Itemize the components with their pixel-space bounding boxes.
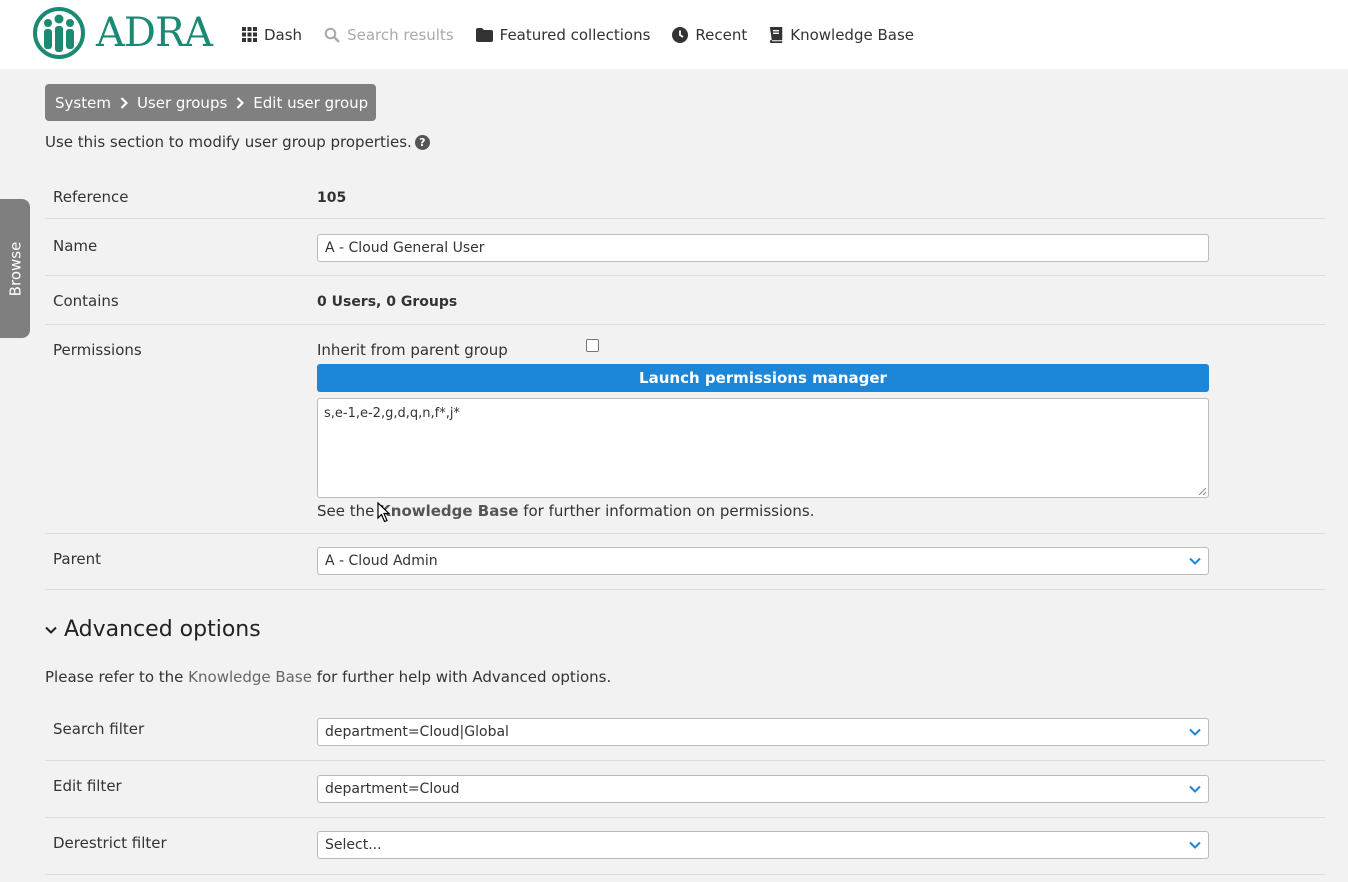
nav-knowledge-base[interactable]: Knowledge Base [769, 26, 914, 44]
nav-dash[interactable]: Dash [242, 26, 302, 44]
nav-recent[interactable]: Recent [672, 26, 747, 44]
derestrict-filter-value: Select... [325, 837, 382, 853]
advanced-options-toggle[interactable]: Advanced options [45, 617, 261, 642]
search-filter-select[interactable]: department=Cloud|Global [317, 718, 1209, 746]
adra-people-icon [33, 7, 85, 59]
mouse-cursor-icon [377, 502, 391, 523]
adv-kb-link[interactable]: Knowledge Base [188, 668, 312, 686]
search-icon [324, 27, 340, 43]
parent-select[interactable]: A - Cloud Admin [317, 547, 1209, 575]
search-filter-value: department=Cloud|Global [325, 724, 509, 740]
kb-note-after: for further information on permissions. [518, 502, 815, 520]
edit-filter-label: Edit filter [53, 777, 122, 795]
kb-note-before: See the [317, 502, 380, 520]
nav-knowledge-base-label: Knowledge Base [790, 25, 914, 44]
chevron-down-icon [1189, 557, 1201, 565]
contains-label: Contains [53, 292, 119, 310]
nav-recent-label: Recent [695, 25, 748, 44]
intro-text-row: Use this section to modify user group pr… [45, 133, 430, 151]
kb-link[interactable]: Knowledge Base [379, 502, 518, 520]
folder-icon [475, 27, 493, 42]
chevron-right-icon [236, 96, 245, 109]
clock-icon [672, 26, 689, 43]
advanced-note: Please refer to the Knowledge Base for f… [45, 668, 611, 686]
nav-search-results[interactable]: Search results [324, 26, 454, 44]
edit-filter-select[interactable]: department=Cloud [317, 775, 1209, 803]
reference-row: Reference 105 [45, 178, 1325, 219]
resize-grip-icon[interactable] [1198, 487, 1206, 495]
search-filter-row: Search filter department=Cloud|Global [45, 704, 1325, 761]
breadcrumb-system[interactable]: System [55, 94, 111, 112]
contains-value: 0 Users, 0 Groups [317, 294, 458, 310]
contains-row: Contains 0 Users, 0 Groups [45, 276, 1325, 325]
chevron-down-icon [1189, 841, 1201, 849]
parent-label: Parent [53, 550, 102, 568]
permissions-text: s,e-1,e-2,g,d,q,n,f*,j* [324, 406, 460, 421]
adra-logo[interactable]: ADRA [24, 7, 214, 59]
edit-filter-value: department=Cloud [325, 781, 460, 797]
inherit-label: Inherit from parent group [317, 341, 508, 359]
name-input[interactable]: A - Cloud General User [317, 234, 1209, 262]
chevron-down-icon [1189, 728, 1201, 736]
nav-dash-label: Dash [264, 25, 303, 44]
chevron-down-icon [45, 626, 57, 634]
nav-featured-collections[interactable]: Featured collections [475, 25, 651, 44]
name-row: Name A - Cloud General User [45, 219, 1325, 276]
advanced-options-title: Advanced options [64, 617, 261, 642]
main-nav: Dash Search results Featured collections… [242, 0, 936, 69]
nav-search-results-label: Search results [347, 25, 454, 44]
permissions-textarea[interactable]: s,e-1,e-2,g,d,q,n,f*,j* [317, 398, 1209, 498]
inherit-checkbox[interactable] [586, 339, 599, 352]
intro-text: Use this section to modify user group pr… [45, 133, 412, 151]
breadcrumb: System User groups Edit user group [45, 84, 376, 121]
browse-tab-label: Browse [6, 241, 24, 296]
logo-text: ADRA [96, 10, 213, 56]
chevron-down-icon [1189, 785, 1201, 793]
chevron-right-icon [120, 96, 128, 109]
edit-filter-row: Edit filter department=Cloud [45, 761, 1325, 818]
name-label: Name [53, 237, 98, 255]
breadcrumb-edit-user-group: Edit user group [253, 93, 369, 112]
parent-select-value: A - Cloud Admin [325, 553, 438, 569]
grid-icon [242, 27, 257, 42]
search-filter-label: Search filter [53, 720, 145, 738]
help-icon[interactable]: ? [414, 134, 430, 150]
parent-row: Parent A - Cloud Admin [45, 534, 1325, 590]
derestrict-filter-label: Derestrict filter [53, 834, 167, 852]
launch-permissions-button[interactable]: Launch permissions manager [317, 364, 1209, 392]
top-header: ADRA Dash Search results Featured collec… [0, 0, 1348, 69]
breadcrumb-user-groups[interactable]: User groups [137, 94, 227, 112]
permissions-kb-note: See the Knowledge Base for further infor… [317, 502, 814, 520]
permissions-row: Permissions Inherit from parent group La… [45, 325, 1325, 534]
book-icon [769, 26, 783, 43]
permissions-label: Permissions [53, 341, 142, 359]
adv-note-before: Please refer to the [45, 668, 189, 686]
browse-side-tab[interactable]: Browse [0, 199, 30, 338]
nav-featured-collections-label: Featured collections [499, 25, 651, 44]
derestrict-filter-row: Derestrict filter Select... [45, 818, 1325, 875]
reference-value: 105 [317, 190, 347, 206]
adv-note-after: for further help with Advanced options. [311, 668, 612, 686]
reference-label: Reference [53, 188, 129, 206]
derestrict-filter-select[interactable]: Select... [317, 831, 1209, 859]
